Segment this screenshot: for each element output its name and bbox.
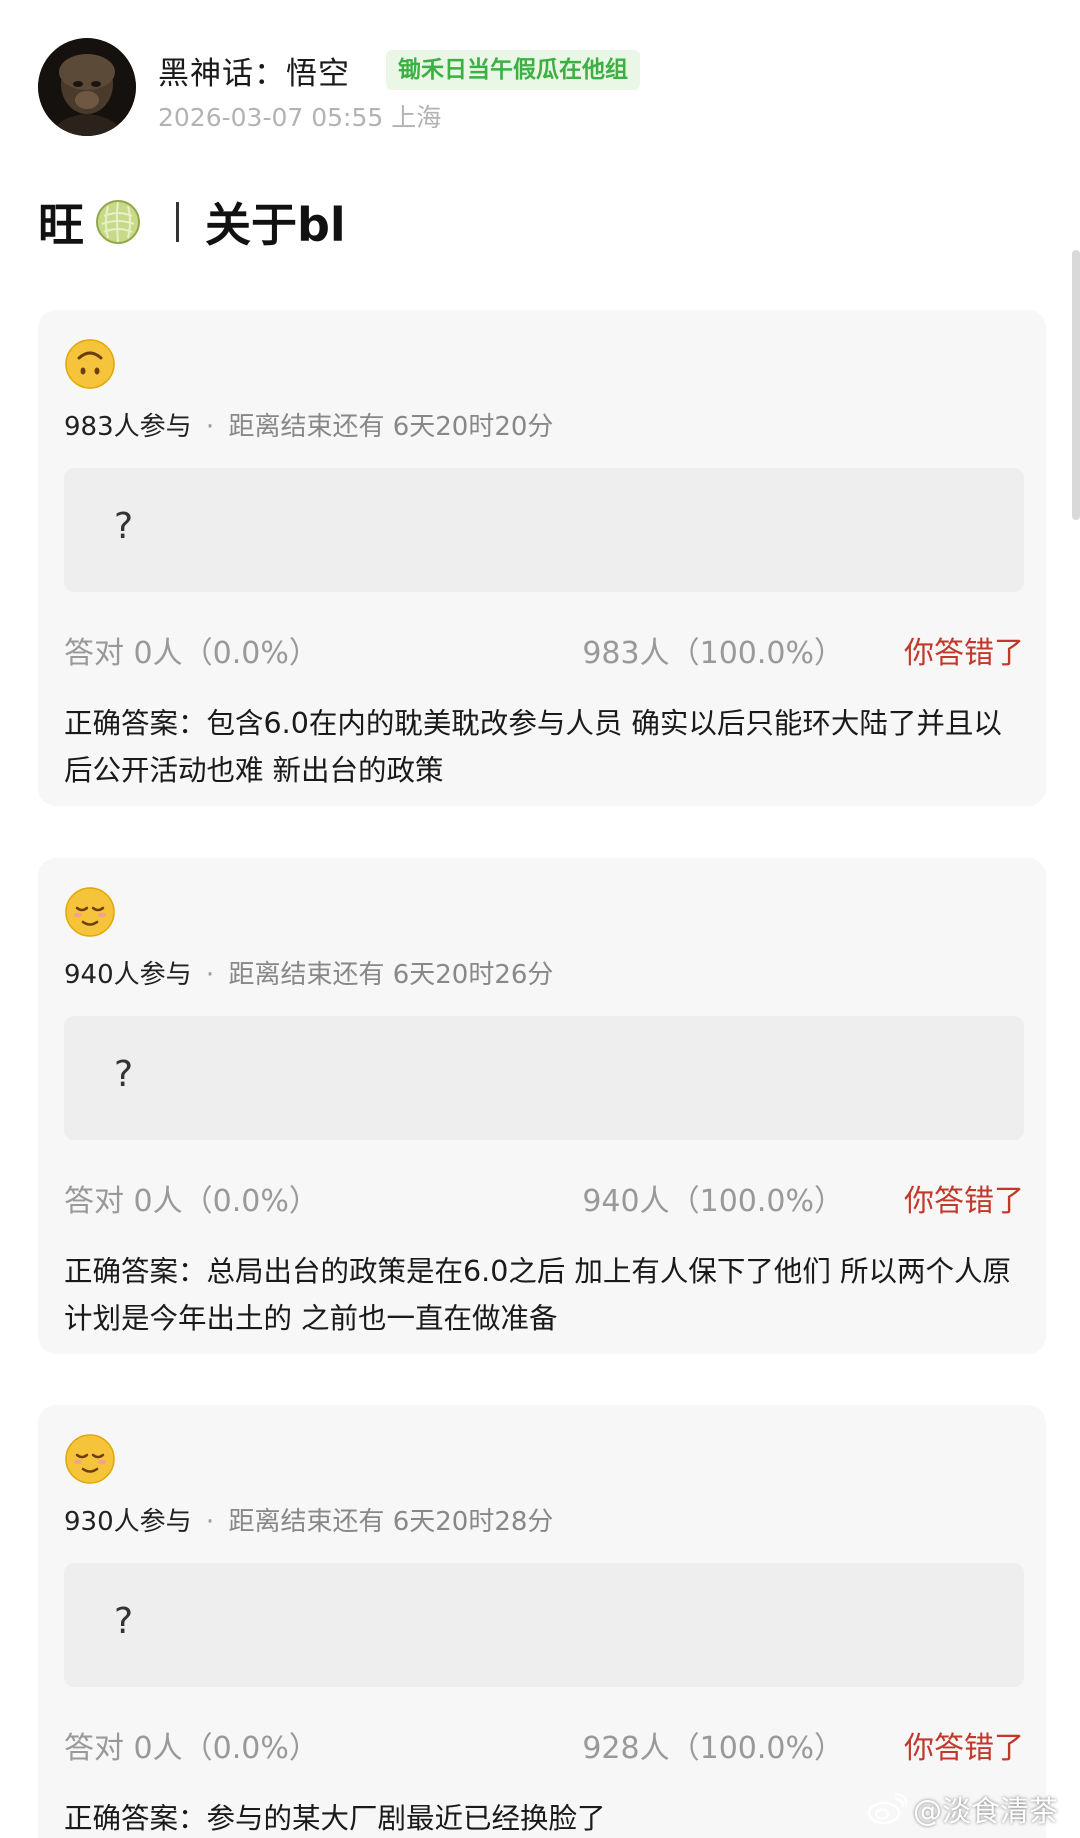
poll-participants: 983人参与 · 距离结束还有 6天20时20分 xyxy=(64,406,553,443)
poll-participants: 940人参与 · 距离结束还有 6天20时26分 xyxy=(64,954,553,991)
option-text: ? xyxy=(114,1601,134,1642)
correct-answer: 正确答案：包含6.0在内的耽美耽改参与人员 确实以后只能环大陆了并且以后公开活动… xyxy=(64,707,1002,787)
poll-option[interactable]: ? xyxy=(64,1563,1024,1687)
poll-option[interactable]: ? xyxy=(64,1016,1024,1140)
option-text: ? xyxy=(114,506,134,547)
melon-icon xyxy=(96,200,140,244)
wrong-count: 928人（100.0%） xyxy=(582,1731,844,1766)
username[interactable]: 黑神话：悟空 xyxy=(158,48,350,93)
title-divider xyxy=(176,202,179,242)
wukong-avatar-icon xyxy=(38,38,136,136)
option-text: ? xyxy=(114,1054,134,1095)
participant-count: 940人参与 xyxy=(64,960,192,990)
poll-result-row: 答对 0人（0.0%） 940人（100.0%） 你答错了 xyxy=(64,1176,1024,1219)
separator: · xyxy=(205,1507,215,1537)
wrong-answer-label: 你答错了 xyxy=(904,636,1024,671)
wrong-count: 983人（100.0%） xyxy=(582,636,844,671)
post-title: 旺 关于bl xyxy=(38,192,346,252)
correct-count: 答对 0人（0.0%） xyxy=(64,636,319,671)
poll-result-row: 答对 0人（0.0%） 983人（100.0%） 你答错了 xyxy=(64,628,1024,671)
correct-count: 答对 0人（0.0%） xyxy=(64,1184,319,1219)
poll-option[interactable]: ? xyxy=(64,468,1024,592)
wrong-answer-label: 你答错了 xyxy=(904,1184,1024,1219)
time-remaining: 距离结束还有 6天20时26分 xyxy=(228,960,554,990)
group-badge[interactable]: 锄禾日当午假瓜在他组 xyxy=(386,50,640,90)
title-right: 关于bl xyxy=(205,198,346,252)
participant-count: 930人参与 xyxy=(64,1507,192,1537)
relieved-face-icon xyxy=(65,1434,115,1484)
weibo-icon xyxy=(867,1793,907,1825)
avatar[interactable] xyxy=(38,38,136,136)
poll-participants: 930人参与 · 距离结束还有 6天20时28分 xyxy=(64,1501,553,1538)
poll-card: 940人参与 · 距离结束还有 6天20时26分 ? 答对 0人（0.0%） 9… xyxy=(38,858,1046,1354)
title-left: 旺 xyxy=(38,198,84,252)
time-remaining: 距离结束还有 6天20时28分 xyxy=(228,1507,554,1537)
post-meta: 2026-03-07 05:55 上海 xyxy=(158,103,442,132)
scrollbar[interactable] xyxy=(1072,250,1080,520)
wrong-count: 940人（100.0%） xyxy=(582,1184,844,1219)
correct-answer: 正确答案：总局出台的政策是在6.0之后 加上有人保下了他们 所以两个人原计划是今… xyxy=(64,1255,1011,1335)
poll-card: 983人参与 · 距离结束还有 6天20时20分 ? 答对 0人（0.0%） 9… xyxy=(38,310,1046,806)
correct-count: 答对 0人（0.0%） xyxy=(64,1731,319,1766)
time-remaining: 距离结束还有 6天20时20分 xyxy=(228,412,554,442)
poll-result-row: 答对 0人（0.0%） 928人（100.0%） 你答错了 xyxy=(64,1723,1024,1766)
watermark-text: @淡食清茶 xyxy=(912,1794,1058,1828)
watermark: @淡食清茶 xyxy=(867,1788,1058,1830)
relieved-face-icon xyxy=(65,887,115,937)
participant-count: 983人参与 xyxy=(64,412,192,442)
wrong-answer-label: 你答错了 xyxy=(904,1731,1024,1766)
upside-down-face-icon xyxy=(65,339,115,389)
poll-card: 930人参与 · 距离结束还有 6天20时28分 ? 答对 0人（0.0%） 9… xyxy=(38,1405,1046,1838)
post-header: 黑神话：悟空 锄禾日当午假瓜在他组 2026-03-07 05:55 上海 xyxy=(38,38,1038,138)
separator: · xyxy=(205,960,215,990)
separator: · xyxy=(205,412,215,442)
